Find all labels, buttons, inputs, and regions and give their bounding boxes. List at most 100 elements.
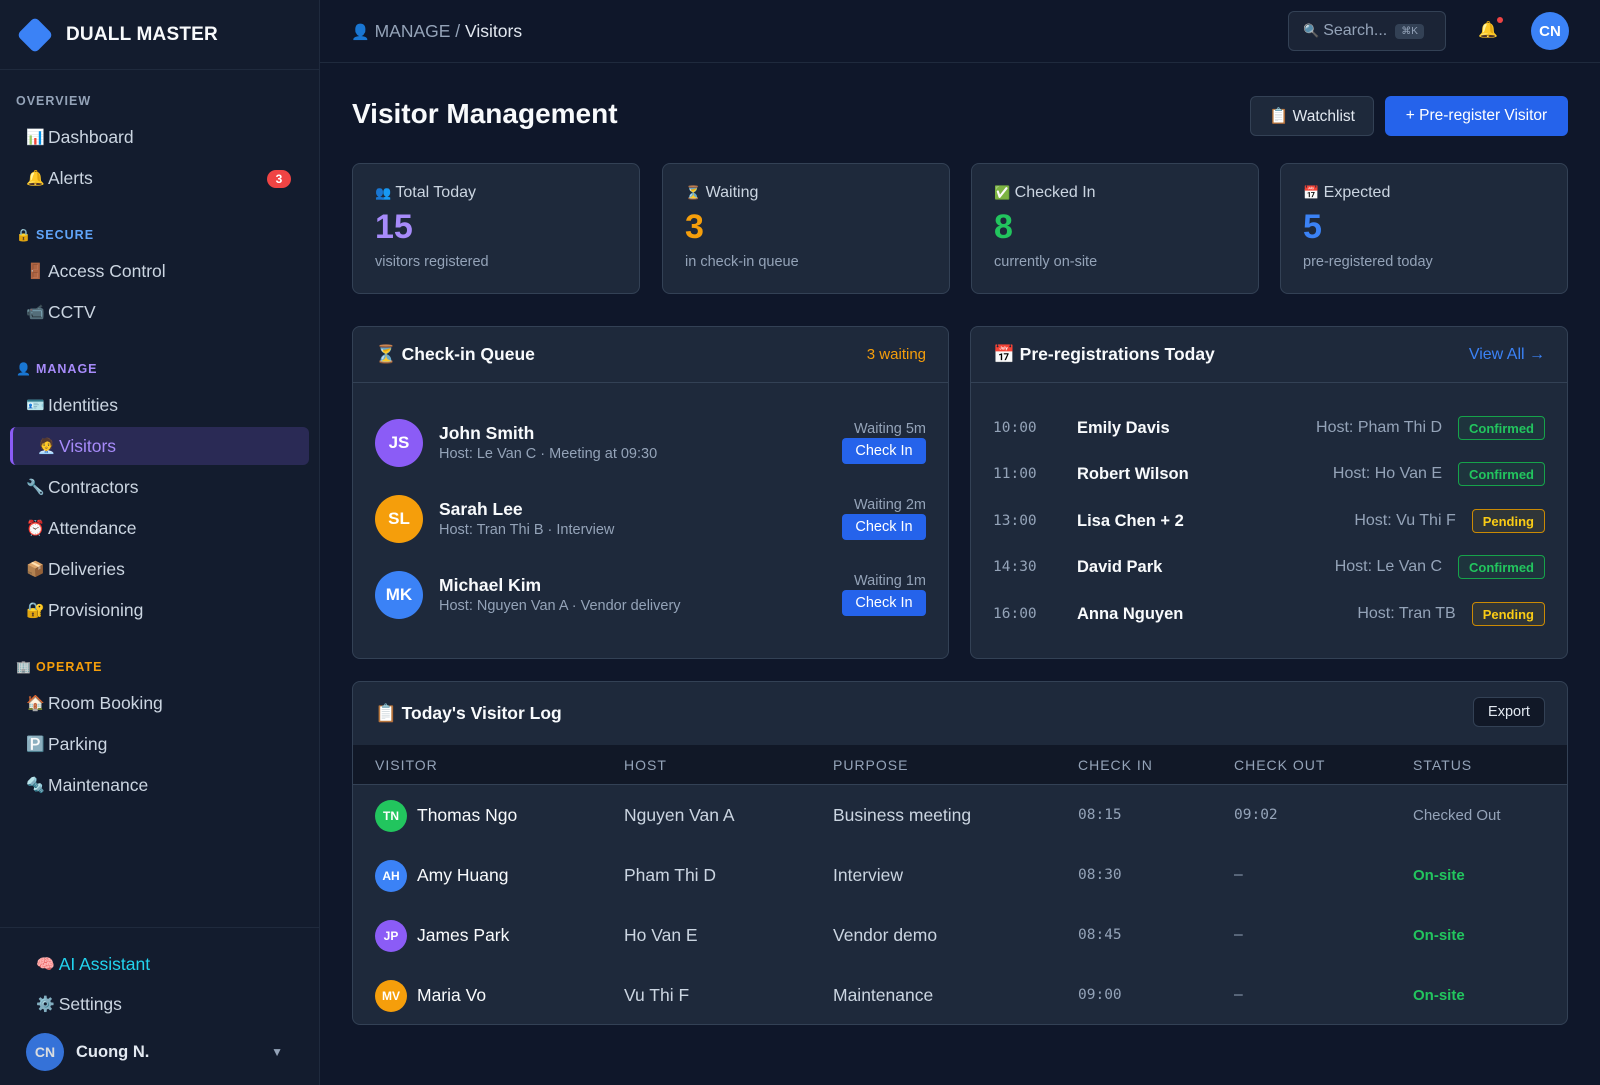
check-in-time: 08:15: [1078, 807, 1122, 823]
export-button[interactable]: Export: [1473, 697, 1545, 727]
notification-dot: [1497, 17, 1503, 23]
sidebar-item-access-control[interactable]: 🚪 Access Control: [10, 252, 309, 290]
sidebar-item-alerts[interactable]: 🔔 Alerts 3: [10, 159, 309, 197]
pre-registrations-panel: 📅 Pre-registrations Today View All → 10:…: [970, 326, 1568, 659]
column-header-host[interactable]: HOST: [624, 757, 667, 773]
sidebar-item-label: Identities: [48, 394, 119, 415]
panel-title: 📋 Today's Visitor Log: [375, 703, 562, 723]
wait-time: Waiting 5m: [854, 421, 926, 437]
sidebar-item-room-booking[interactable]: 🏠 Room Booking: [10, 684, 309, 722]
check-mark-icon: ✅: [994, 185, 1011, 200]
pre-registration-row[interactable]: 16:00 Anna Nguyen Host: Tran TB Pending: [993, 601, 1545, 627]
screwdriver-icon: 🔩: [26, 777, 45, 794]
view-all-link[interactable]: View All →: [1469, 346, 1545, 364]
host-name: Host: Pham Thi D: [1316, 419, 1442, 436]
purpose: Maintenance: [833, 985, 934, 1005]
nav-group-title: OPERATE: [35, 660, 103, 674]
brand-name: DUALL MASTER: [66, 23, 218, 45]
stat-label: 👥 Total Today: [375, 184, 617, 202]
status-badge: On-site: [1413, 987, 1465, 1004]
user-menu[interactable]: CN Cuong N. ▼: [26, 1032, 319, 1072]
sidebar-item-provisioning[interactable]: 🔐 Provisioning: [10, 591, 309, 629]
host-name: Pham Thi D: [624, 865, 717, 885]
search-input[interactable]: 🔍 Search... ⌘K: [1288, 11, 1446, 51]
lock-icon: 🔒: [16, 228, 32, 242]
nav-group-secure: 🔒 SECURE: [10, 225, 309, 245]
sidebar-item-parking[interactable]: 🅿️ Parking: [10, 725, 309, 763]
sidebar-item-label: Provisioning: [48, 599, 144, 620]
breadcrumb-parent[interactable]: MANAGE: [375, 21, 451, 41]
sidebar-item-label: Contractors: [48, 476, 139, 497]
check-in-time: 09:00: [1078, 987, 1122, 1003]
brand-logo-icon: [16, 16, 54, 53]
check-out-time: —: [1234, 867, 1243, 883]
brain-icon: 🧠: [36, 956, 55, 973]
visitor-icon: 🧑‍💼: [37, 438, 56, 455]
stat-subtitle: visitors registered: [375, 254, 489, 270]
sidebar-footer: 🧠 AI Assistant ⚙️ Settings CN Cuong N. ▼: [0, 927, 319, 1085]
avatar: JP: [375, 920, 407, 952]
check-in-button[interactable]: Check In: [842, 514, 926, 540]
host-name: Vu Thi F: [624, 985, 690, 1005]
visitor-name: James Park: [417, 925, 510, 945]
visitor-name: Thomas Ngo: [417, 805, 518, 825]
sidebar-item-dashboard[interactable]: 📊 Dashboard: [10, 118, 309, 156]
visitor-name: Emily Davis: [1077, 418, 1170, 437]
check-in-time: 08:30: [1078, 867, 1122, 883]
panel-title: 📅 Pre-registrations Today: [993, 344, 1215, 364]
status-badge: Confirmed: [1458, 555, 1545, 579]
sidebar-item-cctv[interactable]: 📹 CCTV: [10, 293, 309, 331]
gear-icon: ⚙️: [36, 996, 55, 1013]
column-header-check-out[interactable]: CHECK OUT: [1234, 757, 1325, 773]
check-out-time: —: [1234, 987, 1243, 1003]
breadcrumb-current: Visitors: [465, 20, 523, 41]
stat-subtitle: pre-registered today: [1303, 254, 1433, 270]
sidebar-item-attendance[interactable]: ⏰ Attendance: [10, 509, 309, 547]
table-row[interactable]: MV Maria Vo Vu Thi F Maintenance 09:00 —…: [353, 966, 1567, 1024]
column-header-purpose[interactable]: PURPOSE: [833, 757, 908, 773]
watchlist-button[interactable]: 📋 Watchlist: [1250, 96, 1374, 136]
pre-registration-row[interactable]: 14:30 David Park Host: Le Van C Confirme…: [993, 554, 1545, 580]
page-title: Visitor Management: [352, 98, 618, 129]
alerts-count-badge: 3: [267, 170, 291, 188]
wait-time: Waiting 2m: [854, 497, 926, 513]
table-row[interactable]: AH Amy Huang Pham Thi D Interview 08:30 …: [353, 846, 1567, 906]
sidebar-item-deliveries[interactable]: 📦 Deliveries: [10, 550, 309, 588]
sidebar-item-contractors[interactable]: 🔧 Contractors: [10, 468, 309, 506]
avatar[interactable]: CN: [1531, 12, 1569, 50]
chevron-down-icon[interactable]: ▼: [271, 1045, 283, 1059]
table-row[interactable]: JP James Park Ho Van E Vendor demo 08:45…: [353, 906, 1567, 966]
id-card-icon: 🪪: [26, 397, 45, 414]
check-in-button[interactable]: Check In: [842, 438, 926, 464]
sidebar-item-identities[interactable]: 🪪 Identities: [10, 386, 309, 424]
waiting-count: 3 waiting: [866, 346, 926, 363]
brand[interactable]: DUALL MASTER: [0, 0, 319, 70]
column-header-check-in[interactable]: CHECK IN: [1078, 757, 1153, 773]
settings-link[interactable]: ⚙️ Settings: [26, 984, 319, 1024]
check-in-queue-panel: ⏳ Check-in Queue 3 waiting JS John Smith…: [352, 326, 949, 659]
topbar: 👤 MANAGE / Visitors 🔍 Search... ⌘K 🔔 CN: [320, 0, 1600, 63]
status-badge: On-site: [1413, 867, 1465, 884]
nav-group-manage: 👤 MANAGE: [10, 359, 309, 379]
pre-registration-row[interactable]: 11:00 Robert Wilson Host: Ho Van E Confi…: [993, 461, 1545, 487]
visitor-name: Lisa Chen + 2: [1077, 511, 1184, 530]
host-name: Nguyen Van A: [624, 805, 735, 825]
avatar: SL: [375, 495, 423, 543]
sidebar-item-maintenance[interactable]: 🔩 Maintenance: [10, 766, 309, 804]
hourglass-icon: ⏳: [685, 185, 702, 200]
house-icon: 🏠: [26, 695, 45, 712]
sidebar-item-visitors[interactable]: 🧑‍💼 Visitors: [10, 427, 309, 465]
ai-assistant-link[interactable]: 🧠 AI Assistant: [26, 944, 319, 984]
pre-registration-row[interactable]: 13:00 Lisa Chen + 2 Host: Vu Thi F Pendi…: [993, 508, 1545, 534]
check-in-button[interactable]: Check In: [842, 590, 926, 616]
table-row[interactable]: TN Thomas Ngo Nguyen Van A Business meet…: [353, 786, 1567, 846]
notifications-bell-icon[interactable]: 🔔: [1478, 20, 1498, 40]
avatar: MV: [375, 980, 407, 1012]
scheduled-time: 14:30: [993, 559, 1037, 575]
column-header-visitor[interactable]: VISITOR: [375, 757, 438, 773]
column-header-status[interactable]: STATUS: [1413, 757, 1472, 773]
pre-register-visitor-button[interactable]: + Pre-register Visitor: [1385, 96, 1568, 136]
pre-registration-row[interactable]: 10:00 Emily Davis Host: Pham Thi D Confi…: [993, 415, 1545, 441]
stat-value: 5: [1303, 208, 1322, 246]
check-out-time: —: [1234, 927, 1243, 943]
